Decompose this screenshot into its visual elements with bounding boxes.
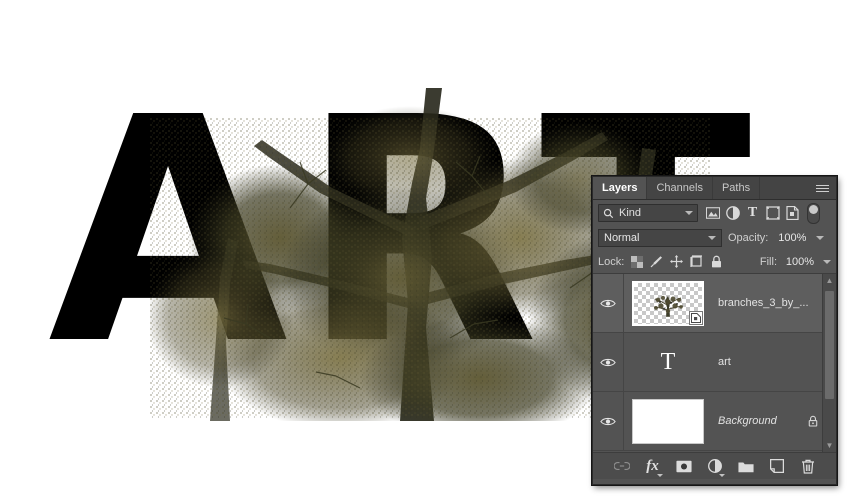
- shape-layer-filter-icon[interactable]: [765, 206, 780, 221]
- layer-visibility-toggle[interactable]: [593, 333, 624, 391]
- tab-paths[interactable]: Paths: [712, 177, 761, 199]
- link-layers-button[interactable]: [613, 458, 630, 475]
- layer-name[interactable]: branches_3_by_...: [712, 297, 822, 309]
- layer-visibility-toggle[interactable]: [593, 392, 624, 450]
- fill-value[interactable]: 100%: [783, 256, 817, 268]
- filter-icon-group: T: [705, 202, 820, 224]
- layer-locked-icon[interactable]: [804, 415, 822, 427]
- pixel-layer-filter-icon[interactable]: [705, 206, 720, 221]
- layer-thumbnail[interactable]: [632, 280, 704, 326]
- new-group-button[interactable]: [737, 458, 754, 475]
- branches-thumbnail-image: [653, 295, 684, 317]
- layer-name[interactable]: Background: [712, 415, 804, 427]
- chevron-down-icon: [708, 236, 716, 240]
- new-adjustment-layer-button[interactable]: [706, 458, 725, 477]
- type-layer-filter-icon[interactable]: T: [745, 205, 760, 221]
- smart-object-badge-icon: [689, 310, 703, 325]
- hamburger-menu-icon: [816, 183, 829, 194]
- tab-layers[interactable]: Layers: [593, 177, 648, 199]
- opacity-label: Opacity:: [728, 232, 769, 244]
- blend-mode-row: Normal Opacity: 100%: [593, 226, 836, 250]
- table-row[interactable]: T art: [593, 333, 836, 392]
- filter-kind-label: Kind: [619, 207, 642, 219]
- panel-menu-button[interactable]: [809, 177, 836, 199]
- layers-panel-footer: fx: [593, 452, 836, 479]
- layers-panel[interactable]: Layers Channels Paths Kind T Normal Opac…: [592, 176, 837, 485]
- scrollbar-thumb[interactable]: [825, 291, 834, 399]
- new-layer-button[interactable]: [768, 458, 785, 475]
- table-row[interactable]: branches_3_by_...: [593, 274, 836, 333]
- fx-icon: fx: [646, 457, 659, 474]
- lock-transparent-pixels-icon[interactable]: [630, 255, 643, 268]
- scroll-up-icon[interactable]: ▲: [823, 274, 836, 287]
- layer-thumbnail-cell[interactable]: [624, 398, 712, 444]
- chevron-down-icon: [685, 211, 693, 215]
- layer-list[interactable]: branches_3_by_... T art Background ▲ ▼: [593, 274, 836, 452]
- caret-down-icon: [719, 473, 725, 477]
- layer-thumbnail[interactable]: [632, 398, 704, 444]
- filter-kind-select[interactable]: Kind: [598, 204, 698, 222]
- eye-icon: [600, 299, 616, 307]
- adjustment-icon: [707, 459, 722, 473]
- filter-enable-toggle[interactable]: [807, 202, 820, 224]
- lock-position-icon[interactable]: [670, 255, 684, 268]
- table-row[interactable]: Background: [593, 392, 836, 451]
- new-layer-icon: [769, 459, 784, 473]
- lock-all-icon[interactable]: [710, 255, 723, 268]
- trash-icon: [801, 459, 814, 474]
- blend-mode-value: Normal: [604, 232, 640, 244]
- mask-icon: [675, 460, 692, 472]
- lock-artboard-nesting-icon[interactable]: [690, 255, 703, 268]
- layer-list-scrollbar[interactable]: ▲ ▼: [822, 274, 836, 452]
- fill-label: Fill:: [759, 255, 777, 268]
- blend-mode-select[interactable]: Normal: [598, 229, 722, 247]
- layer-name[interactable]: art: [712, 356, 822, 368]
- layer-thumbnail-cell[interactable]: [624, 280, 712, 326]
- lock-row: Lock: Fill: 100%: [593, 250, 836, 274]
- layer-filter-row: Kind T: [593, 200, 836, 226]
- lock-icon-group: [630, 255, 723, 268]
- smart-object-filter-icon[interactable]: [785, 206, 800, 221]
- lock-label: Lock:: [598, 255, 625, 268]
- layer-visibility-toggle[interactable]: [593, 274, 624, 332]
- tab-channels[interactable]: Channels: [647, 177, 713, 199]
- art-letter-A: A: [48, 52, 288, 413]
- lock-image-pixels-icon[interactable]: [650, 255, 663, 268]
- caret-down-icon: [657, 473, 663, 477]
- layer-style-fx-button[interactable]: fx: [644, 457, 663, 477]
- search-icon: [603, 208, 614, 218]
- fill-chevron-down-icon[interactable]: [823, 259, 831, 264]
- scroll-down-icon[interactable]: ▼: [823, 439, 836, 452]
- text-layer-type-icon[interactable]: T: [624, 349, 712, 376]
- eye-icon: [600, 358, 616, 366]
- opacity-value[interactable]: 100%: [774, 232, 810, 244]
- adjustment-layer-filter-icon[interactable]: [725, 206, 740, 221]
- delete-layer-button[interactable]: [799, 458, 816, 475]
- folder-icon: [737, 462, 754, 472]
- panel-tab-strip: Layers Channels Paths: [593, 177, 836, 200]
- eye-icon: [600, 417, 616, 425]
- scrollbar-track[interactable]: [823, 287, 836, 439]
- opacity-chevron-down-icon[interactable]: [816, 236, 825, 240]
- add-layer-mask-button[interactable]: [675, 458, 692, 475]
- art-letter-R: R: [300, 52, 539, 413]
